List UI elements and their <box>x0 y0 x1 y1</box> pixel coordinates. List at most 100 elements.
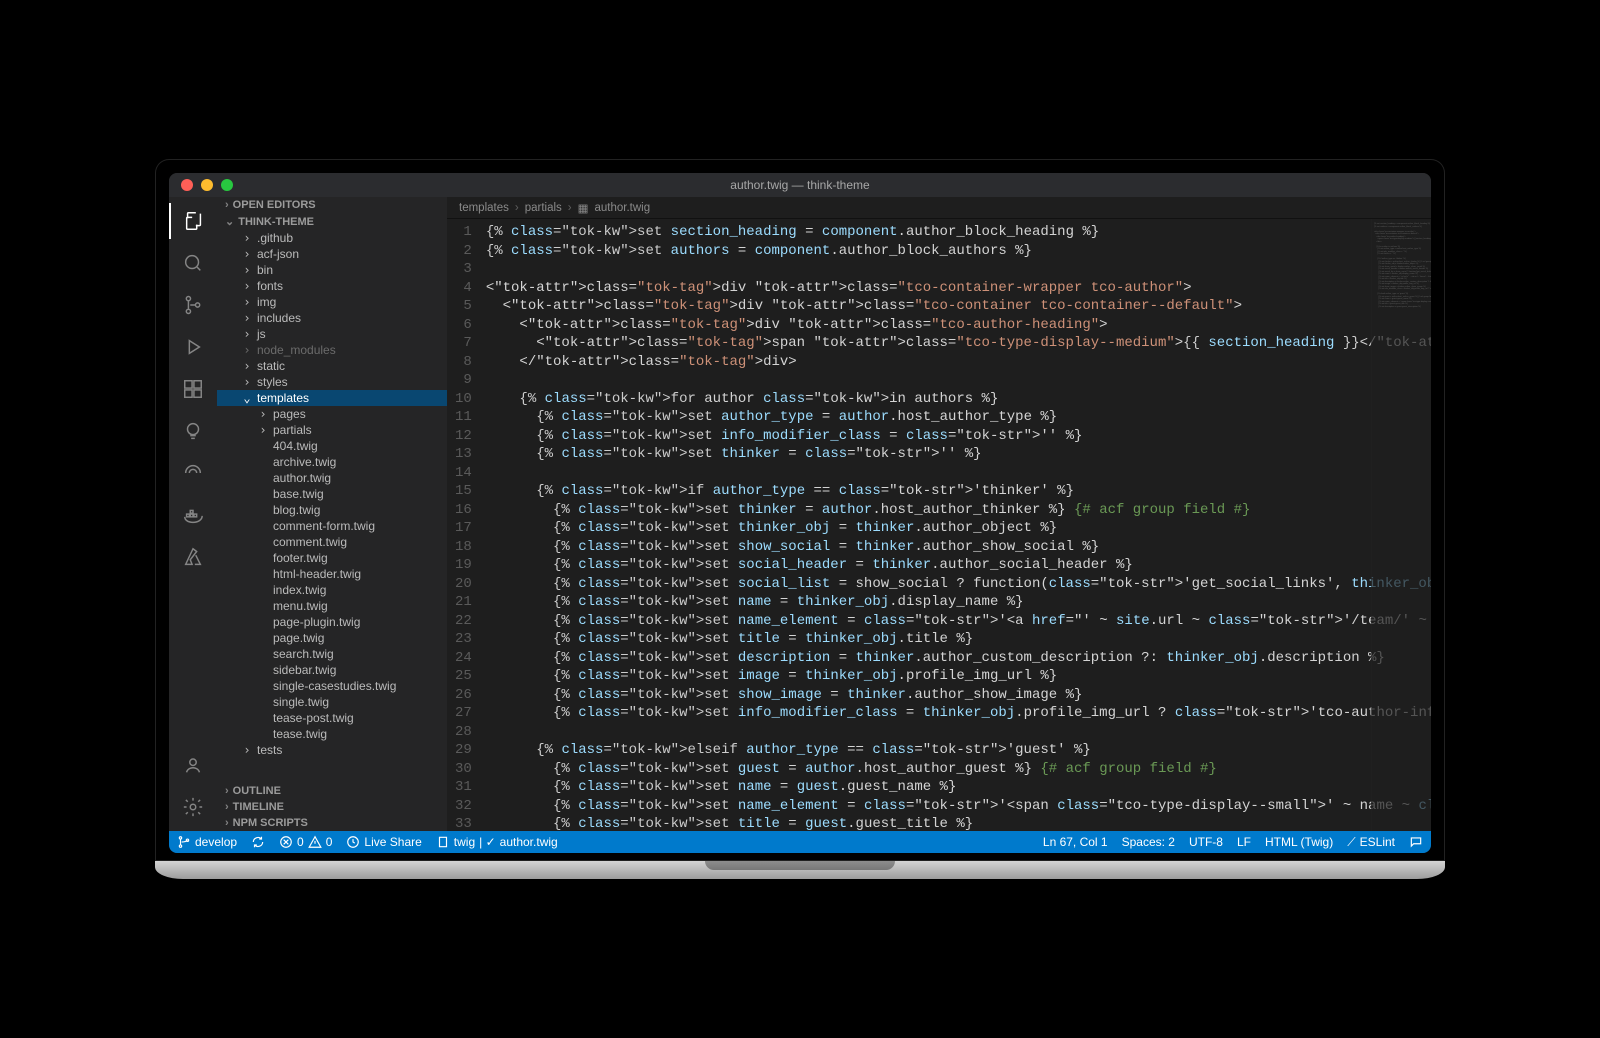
outline-header[interactable]: ›OUTLINE <box>217 783 447 799</box>
folder-item[interactable]: ›styles <box>217 374 447 390</box>
lightbulb-icon[interactable] <box>169 413 217 449</box>
tree-item-label: partials <box>273 423 312 437</box>
live-share-status[interactable]: Live Share <box>346 835 421 849</box>
tree-item-label: comment-form.twig <box>273 519 375 533</box>
file-item[interactable]: base.twig <box>217 486 447 502</box>
file-item[interactable]: search.twig <box>217 646 447 662</box>
remote-icon[interactable] <box>169 455 217 491</box>
file-item[interactable]: page.twig <box>217 630 447 646</box>
file-item[interactable]: archive.twig <box>217 454 447 470</box>
minimize-window-button[interactable] <box>201 179 213 191</box>
file-item[interactable]: sidebar.twig <box>217 662 447 678</box>
eslint-status[interactable]: ⟋ ESLint <box>1347 835 1395 850</box>
tree-item-label: archive.twig <box>273 455 336 469</box>
tree-item-label: includes <box>257 311 301 325</box>
file-icon: ▦ <box>578 201 589 215</box>
folder-item[interactable]: ›node_modules <box>217 342 447 358</box>
breadcrumb-item[interactable]: templates <box>459 202 509 214</box>
breadcrumb-item[interactable]: author.twig <box>595 202 651 214</box>
twisty-icon: › <box>241 359 253 373</box>
file-item[interactable]: tease-post.twig <box>217 710 447 726</box>
code-area[interactable]: 1 2 3 4 5 6 7 8 9 10 11 12 13 14 15 16 1… <box>447 219 1431 831</box>
twisty-icon: › <box>241 247 253 261</box>
problems-status[interactable]: 0 0 <box>279 835 332 849</box>
cursor-position-status[interactable]: Ln 67, Col 1 <box>1043 835 1108 849</box>
tree-item-label: single-casestudies.twig <box>273 679 396 693</box>
file-item[interactable]: html-header.twig <box>217 566 447 582</box>
laptop-screen: author.twig — think-theme <box>155 159 1445 861</box>
twisty-icon: › <box>241 263 253 277</box>
git-branch-status[interactable]: develop <box>177 835 237 849</box>
titlebar: author.twig — think-theme <box>169 173 1431 197</box>
folder-item[interactable]: ›tests <box>217 742 447 758</box>
docker-icon[interactable] <box>169 497 217 533</box>
code-lines[interactable]: {% class="tok-kw">set section_heading = … <box>486 219 1431 831</box>
folder-item[interactable]: ›partials <box>217 422 447 438</box>
twisty-icon: › <box>241 343 253 357</box>
twisty-icon: › <box>241 375 253 389</box>
project-header[interactable]: ⌄THINK-THEME <box>217 213 447 230</box>
feedback-icon[interactable] <box>1409 835 1423 849</box>
folder-item[interactable]: › static <box>217 358 447 374</box>
tree-item-label: footer.twig <box>273 551 328 565</box>
source-control-icon[interactable] <box>169 287 217 323</box>
close-window-button[interactable] <box>181 179 193 191</box>
tree-item-label: html-header.twig <box>273 567 361 581</box>
eol-status[interactable]: LF <box>1237 835 1251 849</box>
tree-item-label: tests <box>257 743 282 757</box>
window-title: author.twig — think-theme <box>169 178 1431 192</box>
tree-item-label: img <box>257 295 276 309</box>
azure-icon[interactable] <box>169 539 217 575</box>
extensions-icon[interactable] <box>169 371 217 407</box>
breadcrumb-item[interactable]: partials <box>525 202 562 214</box>
tree-item-label: single.twig <box>273 695 329 709</box>
search-icon[interactable] <box>169 245 217 281</box>
explorer-icon[interactable] <box>169 203 217 239</box>
folder-item[interactable]: ›pages <box>217 406 447 422</box>
laptop-frame: author.twig — think-theme <box>155 159 1445 879</box>
breadcrumbs[interactable]: templates › partials › ▦ author.twig <box>447 197 1431 219</box>
file-item[interactable]: blog.twig <box>217 502 447 518</box>
timeline-header[interactable]: ›TIMELINE <box>217 799 447 815</box>
language-mode-status[interactable]: HTML (Twig) <box>1265 835 1333 849</box>
tree-item-label: bin <box>257 263 273 277</box>
tree-item-label: tease.twig <box>273 727 327 741</box>
folder-item[interactable]: › bin <box>217 262 447 278</box>
settings-gear-icon[interactable] <box>169 789 217 825</box>
file-item[interactable]: index.twig <box>217 582 447 598</box>
tree-item-label: .github <box>257 231 293 245</box>
minimap[interactable]: {% set section_heading = component.autho… <box>1371 219 1431 831</box>
encoding-status[interactable]: UTF-8 <box>1189 835 1223 849</box>
run-debug-icon[interactable] <box>169 329 217 365</box>
twig-status[interactable]: twig | ✓ author.twig <box>436 835 558 849</box>
file-item[interactable]: comment.twig <box>217 534 447 550</box>
chevron-right-icon: › <box>515 202 519 214</box>
file-item[interactable]: tease.twig <box>217 726 447 742</box>
folder-item[interactable]: ›img <box>217 294 447 310</box>
account-icon[interactable] <box>169 747 217 783</box>
folder-item[interactable]: ›acf-json <box>217 246 447 262</box>
folder-item[interactable]: ›js <box>217 326 447 342</box>
file-item[interactable]: menu.twig <box>217 598 447 614</box>
file-item[interactable]: comment-form.twig <box>217 518 447 534</box>
folder-item[interactable]: ›.github <box>217 230 447 246</box>
folder-item[interactable]: ⌄templates <box>217 390 447 406</box>
file-item[interactable]: page-plugin.twig <box>217 614 447 630</box>
sync-status[interactable] <box>251 835 265 849</box>
tree-item-label: page.twig <box>273 631 324 645</box>
file-item[interactable]: single-casestudies.twig <box>217 678 447 694</box>
file-item[interactable]: 404.twig <box>217 438 447 454</box>
twisty-icon: › <box>241 327 253 341</box>
folder-item[interactable]: ›fonts <box>217 278 447 294</box>
vscode-window: author.twig — think-theme <box>169 173 1431 853</box>
folder-item[interactable]: ›includes <box>217 310 447 326</box>
npm-scripts-header[interactable]: ›NPM SCRIPTS <box>217 815 447 831</box>
file-item[interactable]: single.twig <box>217 694 447 710</box>
open-editors-header[interactable]: ›OPEN EDITORS <box>217 197 447 213</box>
tree-item-label: blog.twig <box>273 503 320 517</box>
tree-item-label: static <box>257 359 285 373</box>
indentation-status[interactable]: Spaces: 2 <box>1122 835 1175 849</box>
file-item[interactable]: author.twig <box>217 470 447 486</box>
maximize-window-button[interactable] <box>221 179 233 191</box>
file-item[interactable]: footer.twig <box>217 550 447 566</box>
